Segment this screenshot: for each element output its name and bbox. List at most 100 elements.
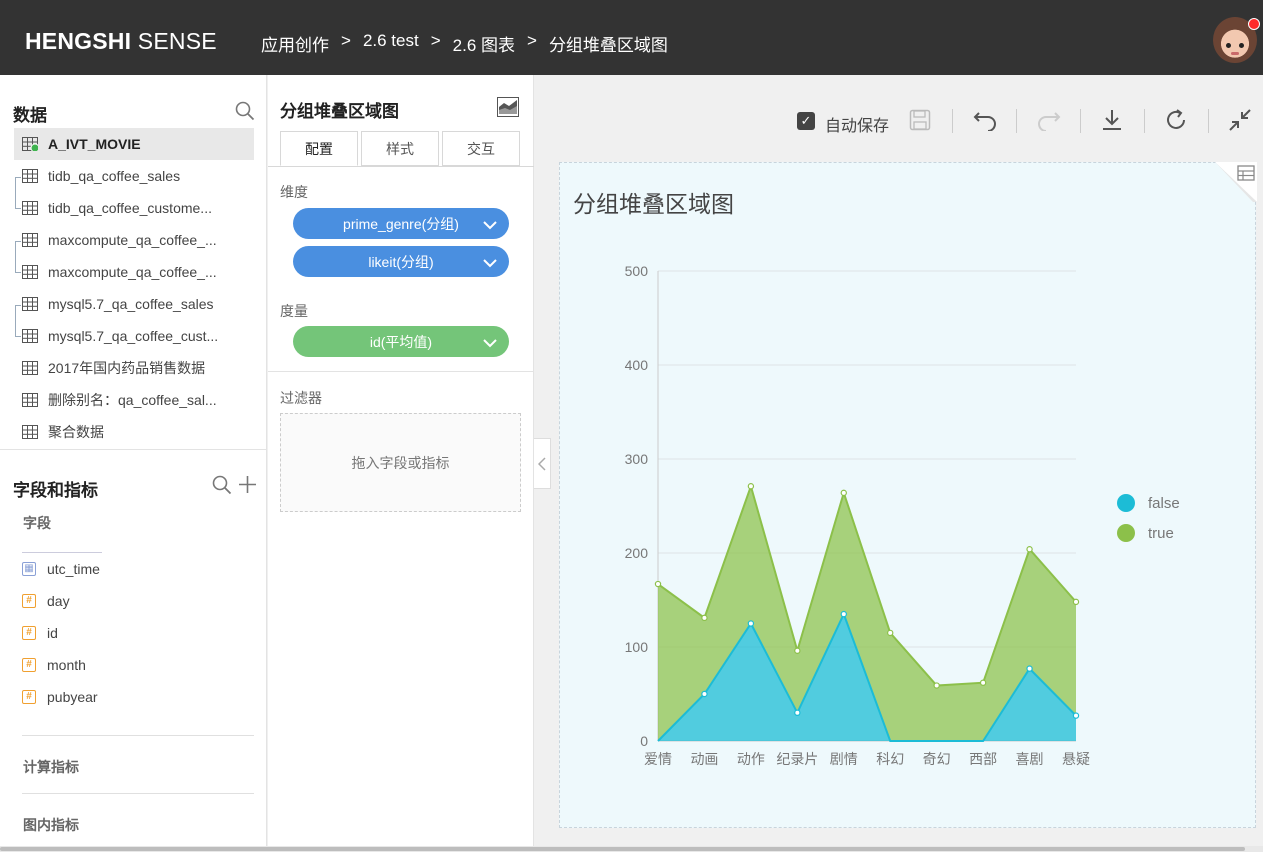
dataset-label: 删除别名：qa_coffee_sal... xyxy=(48,392,217,408)
autosave-checkbox[interactable]: ✓ xyxy=(797,112,815,130)
dataset-item[interactable]: A_IVT_MOVIE xyxy=(14,128,254,160)
dataset-item[interactable]: 聚合数据 xyxy=(14,416,254,448)
x-tick-label: 纪录片 xyxy=(776,751,818,767)
x-tick-label: 科幻 xyxy=(876,751,904,767)
data-point-false xyxy=(1072,712,1080,719)
notification-badge xyxy=(1248,18,1260,30)
tab-config[interactable]: 配置 xyxy=(280,131,358,166)
breadcrumb-separator: > xyxy=(527,31,537,50)
search-icon[interactable] xyxy=(212,475,232,500)
avatar-mouth xyxy=(1231,52,1239,55)
tab-style[interactable]: 样式 xyxy=(361,131,439,166)
y-tick-label: 500 xyxy=(625,263,649,279)
toolbar-separator xyxy=(1016,109,1017,133)
chevron-down-icon[interactable] xyxy=(483,335,497,351)
dimension-pill-label: likeit(分组) xyxy=(368,253,434,270)
y-tick-label: 100 xyxy=(625,639,649,655)
canvas-toolbar: ✓ 自动保存 xyxy=(535,75,1263,163)
x-tick-label: 剧情 xyxy=(830,751,858,767)
toolbar-separator xyxy=(1144,109,1145,133)
add-icon[interactable] xyxy=(238,475,257,499)
data-section-title: 数据 xyxy=(13,106,47,125)
chevron-down-icon[interactable] xyxy=(483,255,497,271)
undo-icon[interactable] xyxy=(973,109,997,136)
download-icon[interactable] xyxy=(1101,109,1123,136)
horizontal-scrollbar[interactable] xyxy=(0,846,1263,852)
filter-dropzone[interactable]: 拖入字段或指标 xyxy=(280,413,521,512)
tabs-underline xyxy=(268,166,534,167)
exit-fullscreen-icon[interactable] xyxy=(1229,109,1251,136)
section-divider xyxy=(22,735,254,736)
data-point-true xyxy=(747,483,755,490)
refresh-icon[interactable] xyxy=(1165,109,1187,136)
dataset-item[interactable]: maxcompute_qa_coffee_... xyxy=(14,256,254,288)
fields-section-title: 字段和指标 xyxy=(13,481,98,500)
data-point-true xyxy=(840,489,847,497)
scrollbar-thumb[interactable] xyxy=(0,847,1245,851)
breadcrumb-item-app[interactable]: 应用创作 xyxy=(261,31,329,56)
breadcrumb-item-charts[interactable]: 2.6 图表 xyxy=(453,31,515,56)
search-icon[interactable] xyxy=(235,101,255,126)
measure-label: 度量 xyxy=(280,303,308,319)
field-label: id xyxy=(47,625,58,641)
x-tick-label: 奇幻 xyxy=(923,751,951,767)
area-chart-type-icon[interactable] xyxy=(497,97,519,122)
table-icon xyxy=(22,297,38,311)
x-tick-label: 喜剧 xyxy=(1016,751,1044,767)
dataset-label: tidb_qa_coffee_sales xyxy=(48,168,181,184)
x-tick-label: 动画 xyxy=(690,751,718,767)
data-point-true xyxy=(701,614,708,622)
chevron-down-icon[interactable] xyxy=(483,217,497,233)
table-icon xyxy=(22,233,38,247)
dataset-item[interactable]: 删除别名：qa_coffee_sal... xyxy=(14,384,254,416)
data-point-false xyxy=(701,690,708,698)
dataset-item[interactable]: mysql5.7_qa_coffee_cust... xyxy=(14,320,254,352)
field-item[interactable]: # id xyxy=(22,617,252,649)
calc-metrics-label[interactable]: 计算指标 xyxy=(23,757,79,777)
legend-label: true xyxy=(1148,525,1174,542)
app-logo[interactable]: HENGSHI SENSE xyxy=(25,28,217,55)
collapse-panel-button[interactable] xyxy=(534,438,551,489)
chart-canvas[interactable]: 分组堆叠区域图 0 100 200 300 400 500 爱情 动画 动作 纪录片 剧情 科幻 奇幻西… xyxy=(559,162,1257,828)
data-point-true xyxy=(654,580,662,588)
dataset-label: 2017年国内药品销售数据 xyxy=(48,360,206,376)
calendar-icon: ▦ xyxy=(22,562,36,576)
toolbar-separator xyxy=(1208,109,1209,133)
dimension-pill-likeit[interactable]: likeit(分组) xyxy=(293,246,509,277)
field-item[interactable]: # month xyxy=(22,649,252,681)
number-icon: # xyxy=(22,594,36,608)
inchart-metrics-label[interactable]: 图内指标 xyxy=(23,815,79,835)
field-item[interactable]: # day xyxy=(22,585,252,617)
table-icon xyxy=(22,361,38,375)
field-label: month xyxy=(47,657,86,673)
dataset-label: A_IVT_MOVIE xyxy=(48,136,141,152)
dimension-pill-genre[interactable]: prime_genre(分组) xyxy=(293,208,509,239)
table-icon xyxy=(22,329,38,343)
avatar-eye xyxy=(1239,43,1244,48)
field-item[interactable]: ▦ utc_time xyxy=(22,553,252,585)
measure-pill-id[interactable]: id(平均值) xyxy=(293,326,509,357)
avatar-eye xyxy=(1226,43,1231,48)
redo-icon[interactable] xyxy=(1037,109,1061,136)
dataset-item[interactable]: maxcompute_qa_coffee_... xyxy=(14,224,254,256)
section-divider xyxy=(0,449,267,450)
legend-label: false xyxy=(1148,495,1180,512)
breadcrumb-separator: > xyxy=(430,31,441,50)
save-icon[interactable] xyxy=(909,109,931,136)
data-point-false xyxy=(747,620,755,627)
number-icon: # xyxy=(22,658,36,672)
tab-interaction[interactable]: 交互 xyxy=(442,131,520,166)
y-tick-label: 200 xyxy=(625,545,649,561)
config-panel: 分组堆叠区域图 配置 样式 交互 维度 prime_genre(分组) like… xyxy=(268,75,534,852)
breadcrumb-item-test[interactable]: 2.6 test xyxy=(363,31,419,56)
dataset-item[interactable]: tidb_qa_coffee_sales xyxy=(14,160,254,192)
data-point-true xyxy=(933,682,940,689)
autosave-label[interactable]: 自动保存 xyxy=(825,112,889,136)
table-icon xyxy=(22,393,38,407)
dataset-item[interactable]: mysql5.7_qa_coffee_sales xyxy=(14,288,254,320)
field-item[interactable]: # pubyear xyxy=(22,681,252,713)
dataset-item[interactable]: tidb_qa_coffee_custome... xyxy=(14,192,254,224)
dataset-item[interactable]: 2017年国内药品销售数据 xyxy=(14,352,254,384)
y-tick-label: 300 xyxy=(625,451,649,467)
toolbar-separator xyxy=(952,109,953,133)
